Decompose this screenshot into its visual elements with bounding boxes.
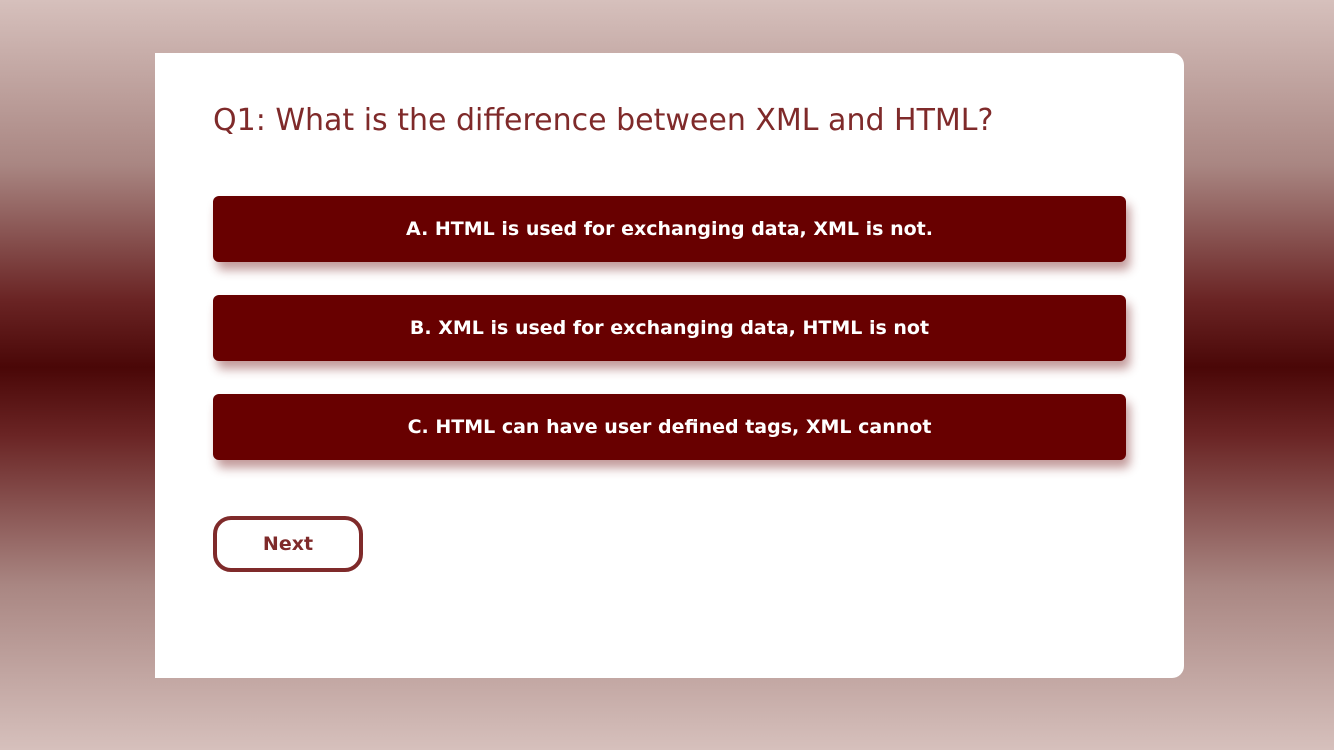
quiz-card: Q1: What is the difference between XML a… xyxy=(155,53,1184,678)
next-button[interactable]: Next xyxy=(213,516,363,572)
answer-option-c[interactable]: C. HTML can have user defined tags, XML … xyxy=(213,394,1126,460)
answer-options: A. HTML is used for exchanging data, XML… xyxy=(213,196,1126,460)
answer-option-b[interactable]: B. XML is used for exchanging data, HTML… xyxy=(213,295,1126,361)
answer-option-a[interactable]: A. HTML is used for exchanging data, XML… xyxy=(213,196,1126,262)
question-title: Q1: What is the difference between XML a… xyxy=(213,103,994,138)
